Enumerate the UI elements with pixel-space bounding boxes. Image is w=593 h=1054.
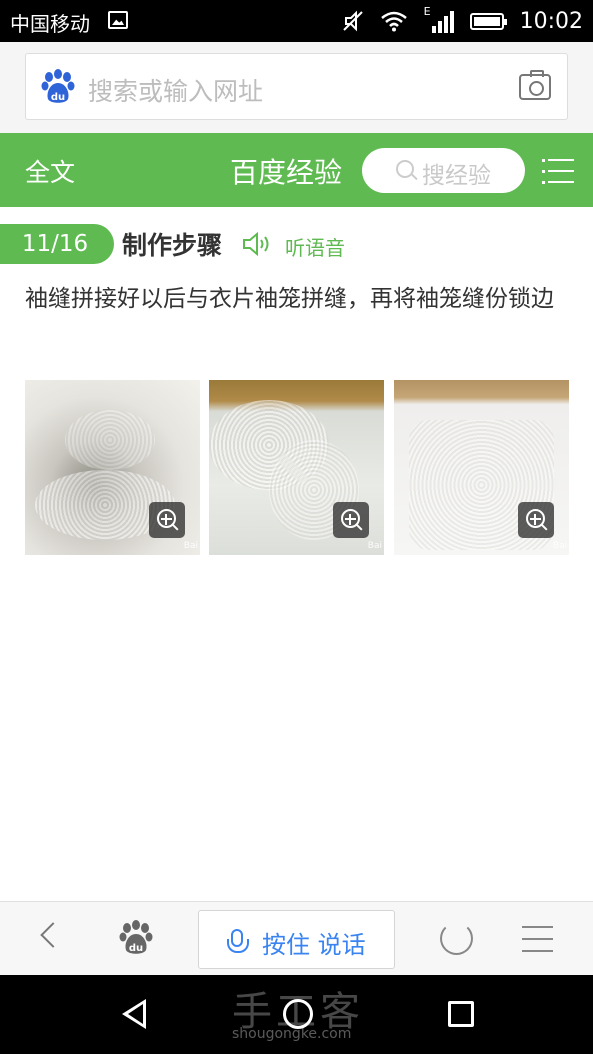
- step-image-1[interactable]: Bai: [25, 380, 200, 555]
- voice-button-label: 按住 说话: [262, 931, 366, 959]
- image-watermark: Bai: [367, 541, 382, 551]
- address-placeholder: 搜索或输入网址: [88, 77, 264, 106]
- voice-search-button[interactable]: 按住 说话: [198, 910, 395, 969]
- fulltext-link[interactable]: 全文: [25, 153, 75, 189]
- step-counter-badge: 11/16: [0, 224, 114, 264]
- page-title: 百度经验: [230, 156, 343, 189]
- system-nav-bar: 手工客 shougongke.com: [0, 975, 593, 1054]
- battery-icon: [469, 12, 507, 30]
- browser-menu-icon[interactable]: [522, 926, 553, 952]
- address-bar[interactable]: du 搜索或输入网址: [25, 53, 568, 120]
- svg-text:du: du: [51, 92, 65, 103]
- status-bar: 中国移动 E 10:02: [0, 0, 593, 42]
- list-menu-icon[interactable]: [542, 157, 574, 185]
- image-watermark: Bai: [552, 541, 567, 551]
- nav-back-icon[interactable]: [122, 999, 146, 1029]
- lace-texture: [65, 410, 155, 470]
- zoom-in-icon[interactable]: [149, 502, 185, 538]
- microphone-icon: [227, 929, 249, 953]
- site-watermark-url: shougongke.com: [232, 1026, 352, 1042]
- listen-audio-link[interactable]: 听语音: [285, 232, 345, 261]
- step-image-3[interactable]: Bai: [394, 380, 569, 555]
- speaker-icon[interactable]: [242, 232, 274, 256]
- baidu-home-icon[interactable]: du: [118, 920, 154, 956]
- jingyan-header: 全文 百度经验 搜经验: [0, 133, 593, 207]
- browser-search-area: du 搜索或输入网址: [0, 42, 593, 133]
- image-watermark: Bai: [183, 541, 198, 551]
- nav-recent-apps-icon[interactable]: [448, 1001, 474, 1027]
- network-type-label: E: [423, 5, 431, 18]
- step-image-2[interactable]: Bai: [209, 380, 384, 555]
- wifi-icon: [380, 11, 407, 32]
- zoom-in-icon[interactable]: [518, 502, 554, 538]
- signal-icon: E: [424, 5, 454, 33]
- image-notification-icon: [108, 11, 128, 29]
- mute-vibrate-icon: [342, 10, 363, 32]
- carrier-label: 中国移动: [10, 12, 90, 36]
- step-title: 制作步骤: [122, 231, 223, 260]
- jingyan-search-placeholder: 搜经验: [422, 163, 491, 189]
- camera-icon[interactable]: [519, 70, 551, 100]
- search-icon: [396, 160, 414, 178]
- baidu-paw-icon: du: [41, 69, 75, 103]
- refresh-icon[interactable]: [440, 922, 473, 955]
- status-icons: E 10:02: [342, 5, 583, 36]
- svg-text:du: du: [129, 943, 143, 954]
- browser-toolbar: du 按住 说话: [0, 901, 593, 975]
- zoom-in-icon[interactable]: [333, 502, 369, 538]
- step-description: 袖缝拼接好以后与衣片袖笼拼缝，再将袖笼缝份锁边: [25, 286, 554, 312]
- clock: 10:02: [519, 8, 583, 34]
- jingyan-search-input[interactable]: 搜经验: [362, 148, 525, 193]
- back-icon[interactable]: [40, 922, 66, 948]
